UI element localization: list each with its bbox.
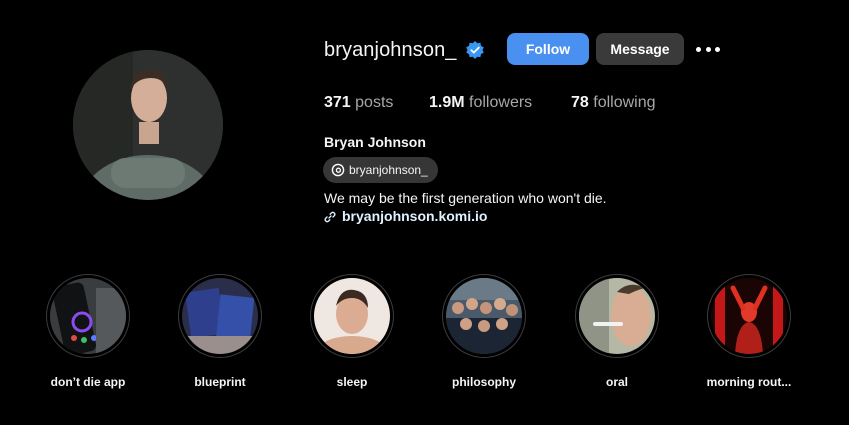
highlight-cover (314, 278, 390, 354)
highlight-ring[interactable] (310, 274, 394, 358)
dot (705, 46, 711, 52)
highlight-cover (579, 278, 655, 354)
link-icon (324, 210, 336, 223)
highlight-label: don’t die app (50, 375, 126, 389)
username-row: bryanjohnson_ (324, 33, 485, 67)
following-label: following (593, 94, 656, 111)
highlight-morning-routine[interactable]: morning rout... (705, 274, 793, 389)
highlight-cover (182, 278, 258, 354)
highlight-label: oral (605, 375, 628, 389)
highlight-cover (446, 278, 522, 354)
posts-stat: 371 posts (324, 94, 393, 112)
posts-label: posts (355, 94, 394, 111)
posts-count: 371 (324, 94, 351, 111)
message-button[interactable]: Message (596, 33, 684, 65)
following-stat[interactable]: 78 following (571, 94, 656, 112)
highlight-label: sleep (336, 375, 368, 389)
highlight-cover (711, 278, 787, 354)
verified-badge-icon (465, 40, 485, 60)
threads-icon (331, 163, 345, 177)
highlight-label: morning rout... (706, 375, 792, 389)
highlight-ring[interactable] (707, 274, 791, 358)
highlight-blueprint[interactable]: blueprint (176, 274, 264, 389)
threads-badge[interactable]: bryanjohnson_ (323, 157, 438, 183)
more-options-icon[interactable] (696, 40, 720, 58)
highlight-ring[interactable] (442, 274, 526, 358)
bio-text: We may be the first generation who won't… (324, 190, 607, 206)
highlight-philosophy[interactable]: philosophy (440, 274, 528, 389)
followers-stat[interactable]: 1.9M followers (429, 94, 532, 112)
dot (696, 46, 701, 52)
profile-avatar[interactable] (73, 50, 223, 200)
following-count: 78 (571, 94, 589, 111)
dot (715, 46, 720, 52)
profile-link-text: bryanjohnson.komi.io (342, 208, 488, 224)
threads-handle: bryanjohnson_ (349, 163, 428, 177)
profile-link[interactable]: bryanjohnson.komi.io (324, 208, 487, 224)
highlight-ring[interactable] (46, 274, 130, 358)
full-name: Bryan Johnson (324, 134, 426, 150)
highlight-dont-die-app[interactable]: don’t die app (44, 274, 132, 389)
username: bryanjohnson_ (324, 38, 457, 61)
followers-count: 1.9M (429, 94, 465, 111)
highlight-ring[interactable] (178, 274, 262, 358)
highlight-cover (50, 278, 126, 354)
highlight-label: philosophy (452, 375, 516, 389)
highlight-ring[interactable] (575, 274, 659, 358)
highlight-oral[interactable]: oral (573, 274, 661, 389)
highlight-label: blueprint (194, 375, 246, 389)
highlight-sleep[interactable]: sleep (308, 274, 396, 389)
follow-button[interactable]: Follow (507, 33, 589, 65)
followers-label: followers (469, 94, 533, 111)
